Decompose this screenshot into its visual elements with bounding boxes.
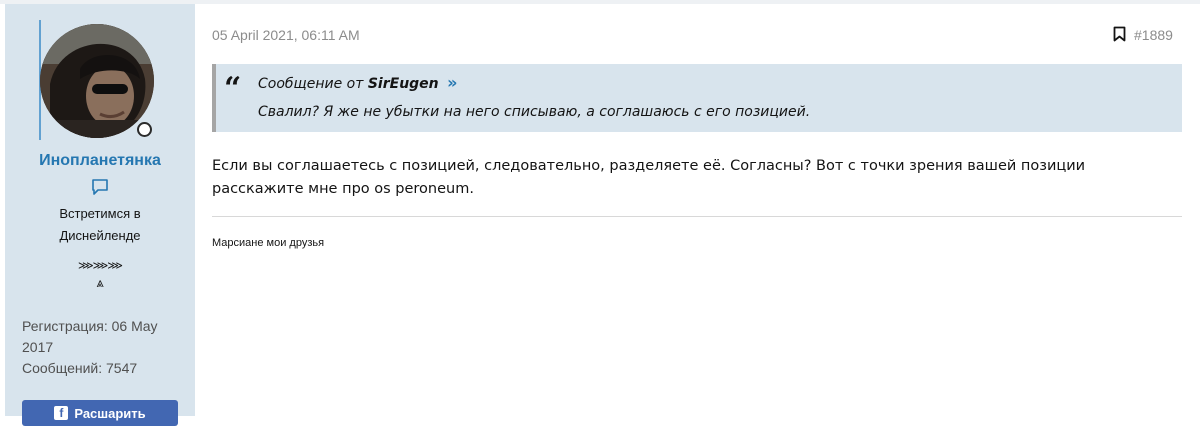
quote-text: Свалил? Я же не убытки на него списываю,…	[258, 104, 811, 120]
quote-author[interactable]: SirEugen	[368, 76, 439, 92]
user-signature: Марсиане мои друзья	[212, 237, 325, 249]
quote-prefix: Сообщение от	[258, 76, 364, 92]
quote-attribution: Сообщение от SirEugen »	[258, 73, 457, 92]
quote-block: “ Сообщение от SirEugen » Свалил? Я же н…	[212, 64, 1182, 132]
post-date[interactable]: 05 April 2021, 06:11 AM	[212, 27, 360, 43]
quote-jump-icon[interactable]: »	[447, 73, 457, 92]
signature-divider	[212, 216, 1182, 217]
bookmark-icon[interactable]	[1113, 26, 1126, 46]
quote-icon: “	[224, 71, 242, 106]
user-title: Встретимся в Диснейленде	[59, 206, 141, 243]
posts-stat: Сообщений: 7547	[22, 358, 187, 379]
online-status-icon	[137, 122, 152, 137]
facebook-icon: f	[54, 406, 69, 420]
registration-stat: Регистрация: 06 May 2017	[22, 316, 187, 358]
avatar[interactable]	[40, 24, 158, 142]
share-button[interactable]: f Расшарить	[22, 400, 178, 426]
user-stats: Регистрация: 06 May 2017 Сообщений: 7547	[22, 316, 187, 379]
posts-label: Сообщений:	[22, 360, 103, 376]
posts-value: 7547	[106, 360, 138, 376]
user-banner-ornament: ⋙⋙⋙	[78, 259, 123, 272]
share-label: Расшарить	[74, 405, 146, 421]
registration-label: Регистрация:	[22, 318, 108, 334]
user-panel: Инопланетянка Встретимся в Диснейленде ⋙…	[5, 4, 195, 426]
post-body: Если вы соглашаетесь с позицией, следова…	[212, 158, 1086, 197]
avatar-image[interactable]	[40, 24, 154, 138]
username-link[interactable]: Инопланетянка	[5, 152, 195, 170]
message-icon[interactable]	[91, 178, 109, 200]
post-number-link[interactable]: #1889	[1134, 27, 1173, 43]
user-banner-glyph: ⩓	[96, 276, 104, 291]
